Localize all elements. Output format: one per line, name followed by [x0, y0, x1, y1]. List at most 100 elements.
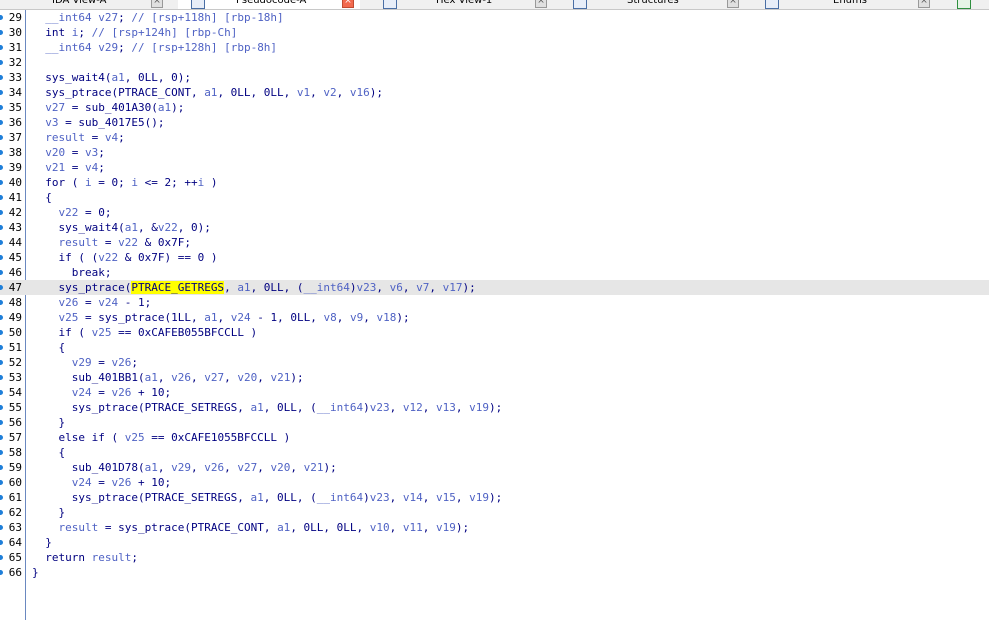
tab-label: Pseudocode-A — [236, 0, 307, 6]
code-text: sys_ptrace(PTRACE_SETREGS, a1, 0LL, (__i… — [32, 401, 503, 414]
hex-view-icon — [383, 0, 397, 9]
line-number: 33 — [8, 71, 22, 84]
code-line[interactable]: 34 sys_ptrace(PTRACE_CONT, a1, 0LL, 0LL,… — [0, 85, 989, 100]
code-line[interactable]: 50 if ( v25 == 0xCAFEB055BFCCLL ) — [0, 325, 989, 340]
code-line[interactable]: 58 { — [0, 445, 989, 460]
line-number: 31 — [8, 41, 22, 54]
code-line[interactable]: 36 v3 = sub_4017E5(); — [0, 115, 989, 130]
line-number: 58 — [8, 446, 22, 459]
code-text: sys_ptrace(PTRACE_SETREGS, a1, 0LL, (__i… — [32, 491, 503, 504]
code-line[interactable]: 33 sys_wait4(a1, 0LL, 0); — [0, 70, 989, 85]
line-number: 64 — [8, 536, 22, 549]
code-line[interactable]: 55 sys_ptrace(PTRACE_SETREGS, a1, 0LL, (… — [0, 400, 989, 415]
code-text: result = v4; — [45, 131, 125, 144]
code-line[interactable]: 46 break; — [0, 265, 989, 280]
line-number: 55 — [8, 401, 22, 414]
code-text: sub_401BB1(a1, v26, v27, v20, v21); — [32, 371, 304, 384]
code-line[interactable]: 63 result = sys_ptrace(PTRACE_CONT, a1, … — [0, 520, 989, 535]
line-number: 47 — [8, 281, 22, 294]
line-number: 29 — [8, 11, 22, 24]
close-icon[interactable]: × — [151, 0, 163, 8]
code-line[interactable]: 48 v26 = v24 - 1; — [0, 295, 989, 310]
line-number: 40 — [8, 176, 22, 189]
code-line[interactable]: 35 v27 = sub_401A30(a1); — [0, 100, 989, 115]
code-line[interactable]: 32 — [0, 55, 989, 70]
line-number: 34 — [8, 86, 22, 99]
code-line[interactable]: 53 sub_401BB1(a1, v26, v27, v20, v21); — [0, 370, 989, 385]
code-text: v27 = sub_401A30(a1); — [45, 101, 185, 114]
line-number: 62 — [8, 506, 22, 519]
line-number: 43 — [8, 221, 22, 234]
tab-label: Enums — [833, 0, 867, 6]
code-text: v29 = v26; — [71, 356, 138, 369]
close-icon[interactable]: × — [918, 0, 930, 8]
code-line[interactable]: 65 return result; — [0, 550, 989, 565]
line-number: 53 — [8, 371, 22, 384]
code-text: result = sys_ptrace(PTRACE_CONT, a1, 0LL… — [58, 521, 470, 534]
code-line[interactable]: 59 sub_401D78(a1, v29, v26, v27, v20, v2… — [0, 460, 989, 475]
tab-label: IDA View-A — [52, 0, 107, 6]
tab-imports[interactable] — [950, 0, 989, 9]
pseudocode-editor[interactable]: 29 __int64 v27; // [rsp+118h] [rbp-18h] 3… — [0, 10, 989, 620]
close-icon[interactable]: × — [342, 0, 354, 8]
code-line[interactable]: 57 else if ( v25 == 0xCAFE1055BFCCLL ) — [0, 430, 989, 445]
line-number: 56 — [8, 416, 22, 429]
code-text: if ( v25 == 0xCAFEB055BFCCLL ) — [32, 326, 258, 339]
code-line[interactable]: 49 v25 = sys_ptrace(1LL, a1, v24 - 1, 0L… — [0, 310, 989, 325]
code-text: v22 = 0; — [58, 206, 112, 219]
line-number: 51 — [8, 341, 22, 354]
code-line[interactable]: 61 sys_ptrace(PTRACE_SETREGS, a1, 0LL, (… — [0, 490, 989, 505]
code-line[interactable]: 30 int i; // [rsp+124h] [rbp-Ch] — [0, 25, 989, 40]
code-text: v21 = v4; — [45, 161, 105, 174]
code-text: v24 = v26 + 10; — [71, 386, 172, 399]
tab-label: Structures — [627, 0, 679, 6]
tab-hex-view-1[interactable]: Hex View-1 × — [370, 0, 555, 9]
tab-bar: IDA View-A × Pseudocode-A × Hex View-1 ×… — [0, 0, 989, 10]
line-number: 35 — [8, 101, 22, 114]
code-line[interactable]: 43 sys_wait4(a1, &v22, 0); — [0, 220, 989, 235]
structures-icon — [573, 0, 587, 9]
line-number: 37 — [8, 131, 22, 144]
code-line[interactable]: 44 result = v22 & 0x7F; — [0, 235, 989, 250]
code-text: if ( (v22 & 0x7F) == 0 ) — [32, 251, 218, 264]
code-line[interactable]: 56 } — [0, 415, 989, 430]
tab-pseudocode-a[interactable]: Pseudocode-A × — [178, 0, 360, 9]
tab-label: Hex View-1 — [436, 0, 493, 6]
close-icon[interactable]: × — [535, 0, 547, 8]
code-line[interactable]: 42 v22 = 0; — [0, 205, 989, 220]
tab-enums[interactable]: Enums × — [757, 0, 947, 9]
code-line[interactable]: 40 for ( i = 0; i <= 2; ++i ) — [0, 175, 989, 190]
line-number: 32 — [8, 56, 22, 69]
code-line[interactable]: 45 if ( (v22 & 0x7F) == 0 ) — [0, 250, 989, 265]
line-number: 61 — [8, 491, 22, 504]
code-line[interactable]: 52 v29 = v26; — [0, 355, 989, 370]
code-line[interactable]: 51 { — [0, 340, 989, 355]
code-line[interactable]: 66} — [0, 565, 989, 580]
code-line[interactable]: 31 __int64 v29; // [rsp+128h] [rbp-8h] — [0, 40, 989, 55]
code-line[interactable]: 60 v24 = v26 + 10; — [0, 475, 989, 490]
code-text: { — [32, 341, 66, 354]
code-line[interactable]: 54 v24 = v26 + 10; — [0, 385, 989, 400]
code-line[interactable]: 38 v20 = v3; — [0, 145, 989, 160]
tab-ida-view-a[interactable]: IDA View-A × — [0, 0, 175, 9]
code-text: } — [32, 536, 52, 549]
code-line[interactable]: 39 v21 = v4; — [0, 160, 989, 175]
code-text: v25 = sys_ptrace(1LL, a1, v24 - 1, 0LL, … — [58, 311, 410, 324]
line-number: 60 — [8, 476, 22, 489]
code-text: } — [32, 416, 66, 429]
code-line[interactable]: 37 result = v4; — [0, 130, 989, 145]
line-number: 44 — [8, 236, 22, 249]
code-line[interactable]: 41 { — [0, 190, 989, 205]
pseudocode-icon — [191, 0, 205, 9]
code-line[interactable]: 47 sys_ptrace(PTRACE_GETREGS, a1, 0LL, (… — [0, 280, 989, 295]
code-line[interactable]: 29 __int64 v27; // [rsp+118h] [rbp-18h] — [0, 10, 989, 25]
line-number: 30 — [8, 26, 22, 39]
code-line[interactable]: 64 } — [0, 535, 989, 550]
line-number: 57 — [8, 431, 22, 444]
code-line[interactable]: 62 } — [0, 505, 989, 520]
code-text: sub_401D78(a1, v29, v26, v27, v20, v21); — [32, 461, 337, 474]
code-text: sys_wait4(a1, &v22, 0); — [32, 221, 211, 234]
close-icon[interactable]: × — [727, 0, 739, 8]
code-text: else if ( v25 == 0xCAFE1055BFCCLL ) — [32, 431, 291, 444]
tab-structures[interactable]: Structures × — [562, 0, 747, 9]
